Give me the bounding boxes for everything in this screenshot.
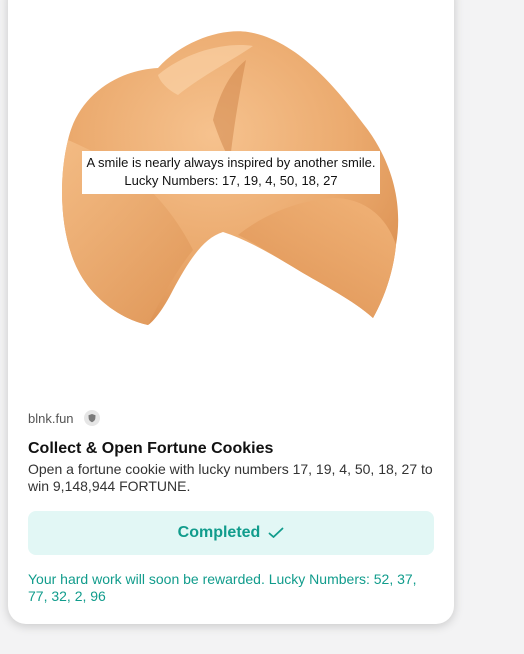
completed-button[interactable]: Completed (28, 511, 434, 555)
fortune-slip: A smile is nearly always inspired by ano… (82, 151, 380, 194)
checkmark-icon (268, 527, 284, 539)
source-row: blnk.fun (28, 410, 100, 426)
completed-button-label: Completed (177, 524, 261, 541)
shield-icon[interactable] (83, 410, 100, 426)
fortune-cookie-image: A smile is nearly always inspired by ano… (8, 0, 454, 370)
source-domain: blnk.fun (28, 410, 74, 426)
fortune-lucky-numbers: Lucky Numbers: 17, 19, 4, 50, 18, 27 (124, 173, 338, 188)
action-title: Collect & Open Fortune Cookies (28, 440, 274, 457)
reward-message: Your hard work will soon be rewarded. Lu… (28, 571, 417, 604)
action-card: A smile is nearly always inspired by ano… (8, 0, 454, 624)
action-description: Open a fortune cookie with lucky numbers… (28, 461, 433, 494)
fortune-message: A smile is nearly always inspired by ano… (86, 155, 376, 170)
